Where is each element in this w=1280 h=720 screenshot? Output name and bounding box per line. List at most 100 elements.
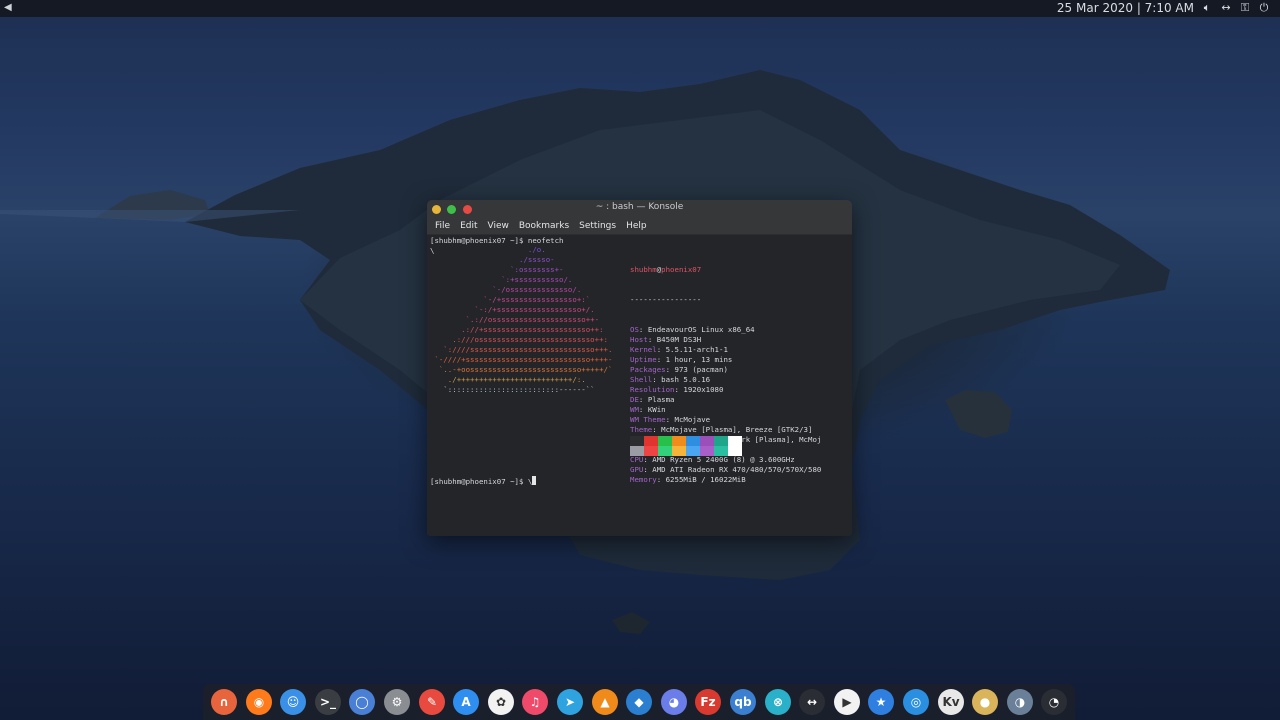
menu-bookmarks[interactable]: Bookmarks — [514, 218, 574, 234]
logo-line: `-/+sssssssssssssssso+:` — [430, 295, 591, 304]
menu-file[interactable]: File — [430, 218, 455, 234]
info-label: Host — [630, 335, 648, 344]
terminal-icon[interactable]: >_ — [315, 689, 341, 715]
color-palette — [630, 436, 742, 456]
menu-icon[interactable]: ◀ — [4, 2, 16, 14]
user-host-line: shubhm@phoenix07 — [630, 265, 821, 275]
info-label: Theme — [630, 425, 653, 434]
window-titlebar[interactable]: ~ : bash — Konsole — [427, 200, 852, 218]
palette-swatch — [672, 446, 686, 456]
fish-app-icon[interactable]: ◆ — [626, 689, 652, 715]
info-label: OS — [630, 325, 639, 334]
palette-swatch — [658, 436, 672, 446]
info-colon: : — [665, 415, 675, 424]
info-colon: : — [638, 395, 648, 404]
palette-swatch — [700, 436, 714, 446]
palette-swatch — [630, 436, 644, 446]
menu-view[interactable]: View — [483, 218, 514, 234]
cursor — [532, 476, 537, 485]
photos-icon[interactable]: ✿ — [488, 689, 514, 715]
logo-line: ./++++++++++++++++++++++++++/:. — [430, 375, 586, 384]
star-app-icon[interactable]: ★ — [868, 689, 894, 715]
network-icon[interactable]: ↔ — [1220, 2, 1232, 14]
music-icon[interactable]: ♫ — [522, 689, 548, 715]
compass-icon[interactable]: ⊗ — [765, 689, 791, 715]
info-label: WM — [630, 405, 639, 414]
info-row: DE: Plasma — [630, 395, 821, 405]
info-value: B450M DS3H — [656, 335, 702, 344]
info-value: KWin — [647, 405, 666, 414]
palette-swatch — [630, 446, 644, 456]
palette-swatch — [658, 446, 672, 456]
info-label: Packages — [630, 365, 666, 374]
username: shubhm — [630, 265, 657, 274]
settings-icon[interactable]: ⚙ — [384, 689, 410, 715]
logo-line: ./o. — [430, 245, 546, 254]
prompt-line: [shubhm@phoenix07 ~]$ \ — [430, 476, 537, 487]
neofetch-info: shubhm@phoenix07 ---------------- OS: En… — [630, 245, 821, 505]
media-player-icon[interactable]: ▶ — [834, 689, 860, 715]
hostname: phoenix07 — [661, 265, 702, 274]
menu-settings[interactable]: Settings — [574, 218, 621, 234]
info-value: AMD Ryzen 5 2400G (8) @ 3.600GHz — [652, 455, 795, 464]
window-title: ~ : bash — Konsole — [595, 202, 684, 212]
info-label: Shell — [630, 375, 653, 384]
info-colon: : — [656, 355, 666, 364]
palette-swatch — [686, 436, 700, 446]
firefox-icon[interactable]: ◉ — [246, 689, 272, 715]
coin-app-icon[interactable]: ● — [972, 689, 998, 715]
discord-icon[interactable]: ◕ — [661, 689, 687, 715]
palette-swatch — [728, 446, 742, 456]
info-row: Uptime: 1 hour, 13 mins — [630, 355, 821, 365]
menu-help[interactable]: Help — [621, 218, 652, 234]
info-label: Uptime — [630, 355, 657, 364]
info-label: CPU — [630, 455, 644, 464]
info-row: Resolution: 1920x1080 — [630, 385, 821, 395]
palette-swatch — [700, 446, 714, 456]
logo-line: `:osssssss+- — [430, 265, 564, 274]
qbittorrent-icon[interactable]: qb — [730, 689, 756, 715]
info-value: McMojave — [674, 415, 711, 424]
terminal-area[interactable]: [shubhm@phoenix07 ~]$ neofetch \ ./o. ./… — [427, 235, 852, 536]
info-row: Theme: McMojave [Plasma], Breeze [GTK2/3… — [630, 425, 821, 435]
info-value: McMojave [Plasma], Breeze [GTK2/3] — [661, 425, 813, 434]
headphones-app-icon[interactable]: ∩ — [211, 689, 237, 715]
app-store-icon[interactable]: A — [453, 689, 479, 715]
chromium-icon[interactable]: ◯ — [349, 689, 375, 715]
konsole-window[interactable]: ~ : bash — Konsole File Edit View Bookma… — [427, 200, 852, 536]
lock-icon[interactable]: ⚿ — [1239, 2, 1251, 14]
finder-icon[interactable]: ☺ — [280, 689, 306, 715]
filezilla-icon[interactable]: Fz — [695, 689, 721, 715]
neofetch-logo: ./o. ./sssso- `:osssssss+- `:+ssssssssss… — [430, 245, 612, 395]
info-row: Packages: 973 (pacman) — [630, 365, 821, 375]
palette-swatch — [672, 436, 686, 446]
kdeconnect-icon[interactable]: ↔ — [799, 689, 825, 715]
info-row: Memory: 6255MiB / 16022MiB — [630, 475, 821, 485]
info-row: Shell: bash 5.0.16 — [630, 375, 821, 385]
info-value: 1920x1080 — [683, 385, 724, 394]
info-value: 6255MiB / 16022MiB — [665, 475, 746, 484]
telegram-icon[interactable]: ➤ — [557, 689, 583, 715]
power-icon[interactable]: ⏻ — [1258, 2, 1270, 14]
volume-icon[interactable]: 🔈︎ — [1201, 2, 1213, 14]
vlc-icon[interactable]: ▲ — [592, 689, 618, 715]
kvantum-icon[interactable]: Kv — [938, 689, 964, 715]
prompt-text: [shubhm@phoenix07 ~]$ \ — [430, 477, 533, 486]
audio-app-icon[interactable]: ◑ — [1007, 689, 1033, 715]
info-value: AMD ATI Radeon RX 470/480/570/570X/580 — [652, 465, 822, 474]
info-row: WM Theme: McMojave — [630, 415, 821, 425]
info-colon: : — [643, 455, 653, 464]
palette-swatch — [644, 436, 658, 446]
info-colon: : — [656, 345, 666, 354]
datetime[interactable]: 25 Mar 2020 | 7:10 AM — [1057, 1, 1194, 15]
palette-swatch — [714, 436, 728, 446]
info-colon: : — [652, 375, 662, 384]
info-label: GPU — [630, 465, 644, 474]
screenshot-icon[interactable]: ◎ — [903, 689, 929, 715]
info-colon: : — [638, 325, 648, 334]
info-row: Kernel: 5.5.11-arch1-1 — [630, 345, 821, 355]
info-lines: OS: EndeavourOS Linux x86_64 Host: B450M … — [630, 325, 821, 485]
menu-edit[interactable]: Edit — [455, 218, 482, 234]
text-editor-icon[interactable]: ✎ — [419, 689, 445, 715]
clock-icon[interactable]: ◔ — [1041, 689, 1067, 715]
